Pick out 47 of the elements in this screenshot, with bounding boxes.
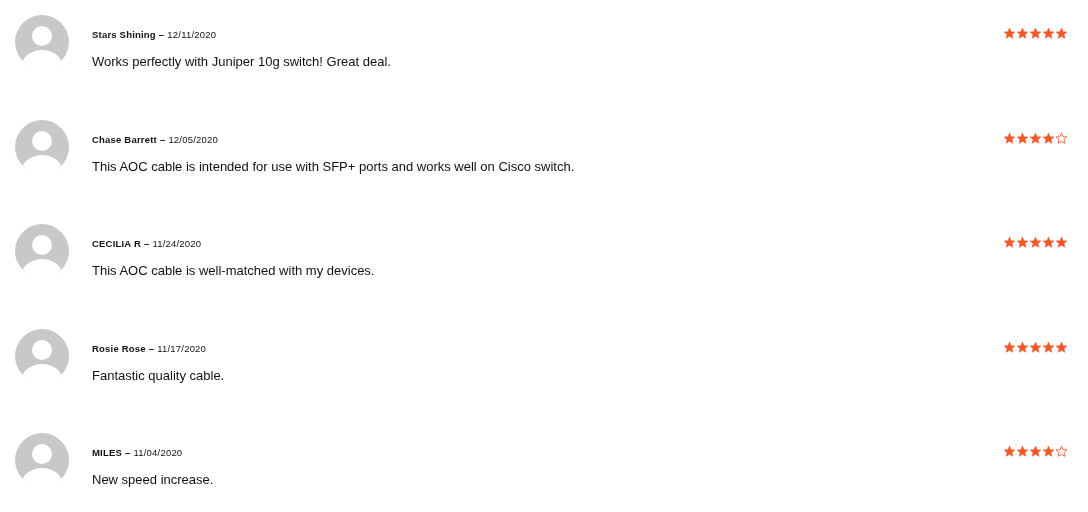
star-icon: [1029, 340, 1042, 354]
star-icon: [1003, 236, 1016, 249]
review-date: 11/24/2020: [152, 238, 202, 249]
separator-dash: –: [158, 29, 165, 40]
review-date: 12/05/2020: [168, 133, 218, 145]
star-icon: [1042, 131, 1055, 145]
star-icon: [1016, 27, 1029, 40]
avatar-icon: [15, 15, 69, 65]
review-author: Stars Shining: [92, 29, 156, 40]
review-date: 11/17/2020: [157, 342, 207, 354]
separator-dash: –: [143, 238, 150, 249]
avatar-icon: [15, 433, 69, 483]
star-icon: [1042, 236, 1055, 249]
star-icon: [1016, 131, 1029, 145]
review-text: This AOC cable is well-matched with my devices.: [92, 263, 376, 278]
star-icon: [1042, 445, 1055, 458]
star-icon: [1016, 340, 1029, 354]
separator-dash: –: [159, 133, 166, 145]
review-text: This AOC cable is intended for use with SFP+ ports and works well on Cisco switch.: [92, 158, 576, 174]
star-icon: [1055, 27, 1068, 40]
separator-dash: –: [125, 447, 131, 458]
review-author: CECILIA R: [92, 238, 141, 249]
star-icon: [1042, 27, 1055, 40]
review-author: Rosie Rose: [92, 342, 146, 354]
review-text: Fantastic quality cable.: [92, 367, 226, 383]
review-text: New speed increase.: [92, 472, 215, 487]
star-icon: [1055, 236, 1068, 249]
star-icon: [1042, 340, 1055, 354]
review-date: 12/11/2020: [167, 29, 217, 40]
star-icon: [1029, 236, 1042, 249]
star-icon: [1055, 340, 1068, 354]
review-author: Chase Barrett: [92, 133, 157, 145]
review-text: Works perfectly with Juniper 10g switch! Great deal.: [92, 54, 392, 69]
star-icon: [1029, 445, 1042, 458]
star-icon: [1003, 131, 1016, 145]
separator-dash: –: [148, 342, 155, 354]
star-icon: [1016, 236, 1029, 249]
star-icon: [1029, 27, 1042, 40]
review-date: 11/04/2020: [133, 447, 183, 458]
star-icon: [1029, 131, 1042, 145]
empty-star-icon: [1055, 131, 1068, 145]
star-icon: [1003, 27, 1016, 40]
review-author: MILES: [92, 447, 123, 458]
star-icon: [1003, 340, 1016, 354]
star-icon: [1003, 445, 1016, 458]
star-icon: [1016, 445, 1029, 458]
avatar-icon: [15, 224, 69, 274]
